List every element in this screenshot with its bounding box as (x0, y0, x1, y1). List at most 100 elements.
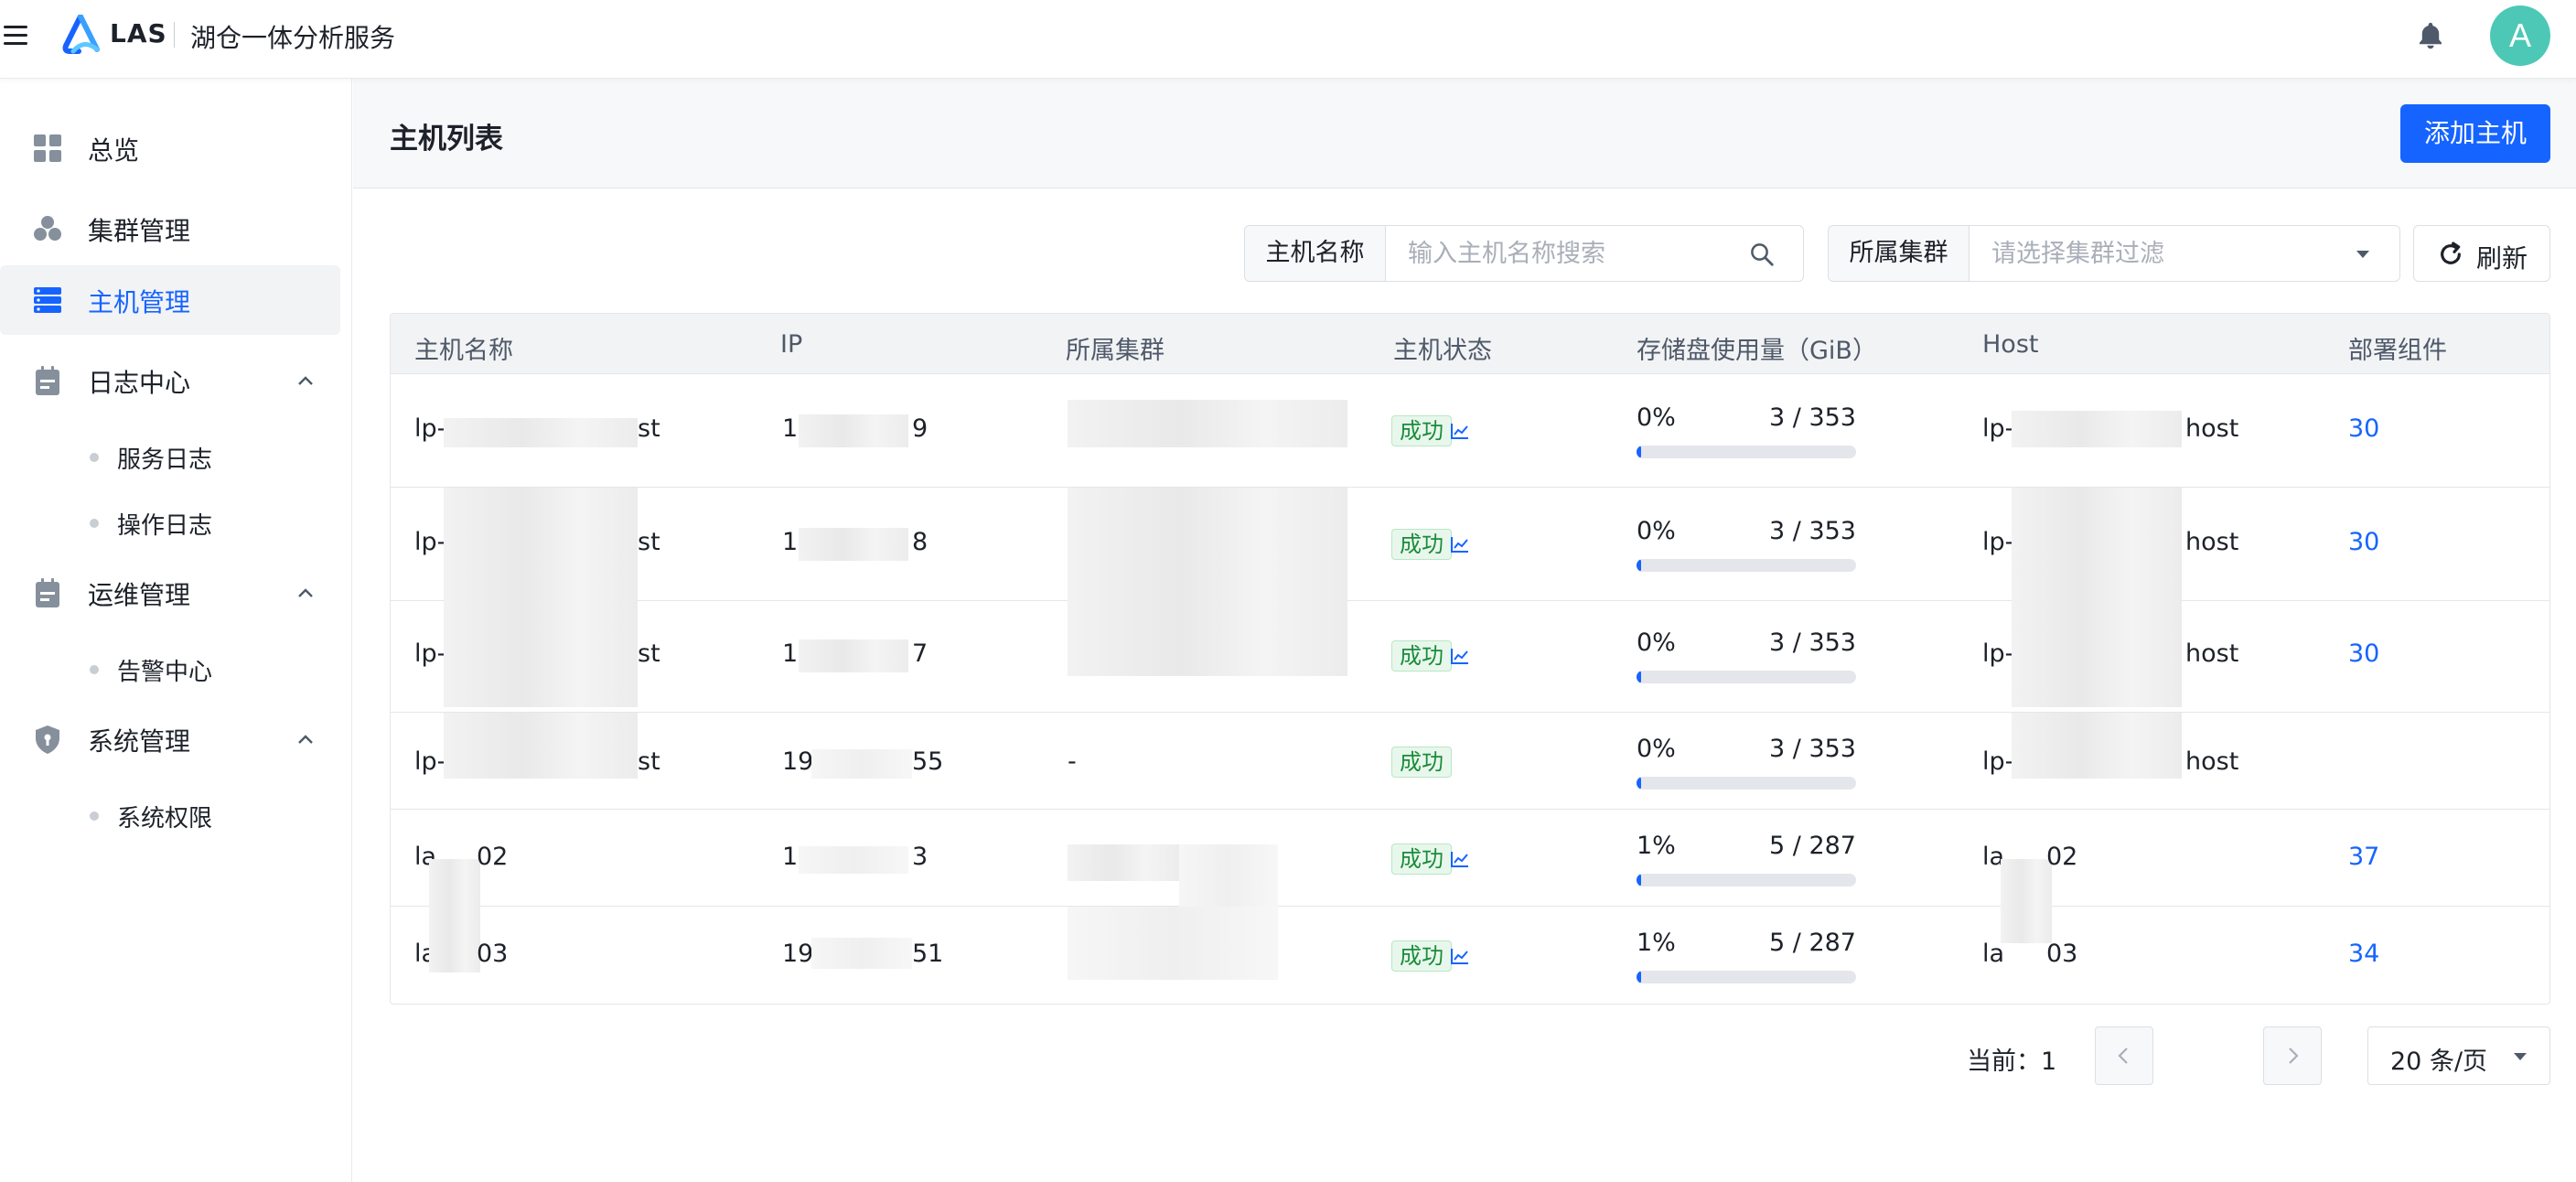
prev-page-button[interactable] (2095, 1026, 2153, 1085)
sidebar-item-label: 日志中心 (88, 368, 191, 398)
chevron-right-icon (2289, 1048, 2299, 1064)
status-badge: 成功 (1391, 415, 1452, 446)
table-row[interactable]: la 03 19 51 成功 1% 5 / 287 la 03 34 (391, 907, 2549, 1004)
components-count-link[interactable]: 30 (2348, 639, 2379, 668)
redacted-block (444, 418, 638, 447)
ip-prefix: 19 (782, 940, 814, 968)
components-count-link[interactable]: 34 (2348, 940, 2379, 968)
host-prefix: lp- (1982, 414, 2014, 443)
next-page-button[interactable] (2263, 1026, 2322, 1085)
sidebar-item-label: 集群管理 (88, 216, 191, 246)
redacted-block (811, 938, 912, 969)
column-header[interactable]: IP (780, 330, 802, 359)
usage-progress-fill (1637, 777, 1641, 790)
trend-chart-icon[interactable] (1450, 421, 1470, 441)
usage-progress-bar (1637, 971, 1856, 983)
redacted-block (2012, 601, 2182, 707)
usage-percent: 1% (1637, 929, 1676, 957)
sidebar-subitem-service-log[interactable]: 服务日志 (0, 428, 340, 483)
chevron-up-icon (298, 376, 313, 385)
usage-ratio: 5 / 287 (1769, 929, 1856, 957)
ip-prefix: 1 (782, 414, 799, 443)
redacted-block (2001, 907, 2052, 943)
usage-percent: 0% (1637, 403, 1676, 432)
page-size-select[interactable]: 20 条/页 (2367, 1026, 2550, 1085)
sidebar-subitem-operation-log[interactable]: 操作日志 (0, 494, 340, 549)
clipboard-icon (36, 578, 59, 607)
sidebar-subitem-alert-center[interactable]: 告警中心 (0, 640, 340, 695)
bell-icon[interactable] (2415, 20, 2446, 51)
host-prefix: lp- (1982, 528, 2014, 556)
host-suffix: host (2185, 747, 2239, 776)
menu-icon[interactable] (2, 22, 29, 49)
sidebar-item-log-center[interactable]: 日志中心 (0, 346, 340, 415)
clipboard-icon (36, 366, 59, 395)
usage-ratio: 3 / 353 (1769, 403, 1856, 432)
ip-prefix: 1 (782, 843, 799, 871)
redacted-block (1068, 601, 1347, 676)
dashboard-icon (34, 134, 61, 162)
column-header[interactable]: 所属集群 (1066, 330, 1165, 366)
caret-down-icon[interactable] (2354, 246, 2372, 263)
status-badge: 成功 (1391, 844, 1452, 875)
ip-prefix: 1 (782, 528, 799, 556)
sidebar-item-overview[interactable]: 总览 (0, 113, 340, 183)
trend-chart-icon[interactable] (1450, 646, 1470, 666)
column-header[interactable]: Host (1982, 330, 2038, 359)
table-row[interactable]: lp- st 1 9 成功 0% 3 / 353 lp- host 30 (391, 374, 2549, 488)
components-count-link[interactable]: 30 (2348, 414, 2379, 443)
redacted-block (1068, 907, 1278, 980)
cluster-icon (34, 216, 61, 241)
trend-chart-icon[interactable] (1450, 849, 1470, 869)
shield-icon (36, 725, 59, 754)
sidebar-item-host[interactable]: 主机管理 (0, 265, 340, 335)
search-icon[interactable] (1748, 241, 1776, 268)
cluster-filter-label: 所属集群 (1829, 226, 1970, 281)
column-header[interactable]: 存储盘使用量（GiB） (1637, 330, 1877, 366)
sidebar-subitem-system-permission[interactable]: 系统权限 (0, 787, 340, 842)
table-row[interactable]: la 02 1 3 成功 1% 5 / 287 la 02 37 (391, 810, 2549, 907)
page-size-value: 20 条/页 (2390, 1048, 2488, 1076)
usage-progress-fill (1637, 671, 1641, 683)
status-badge: 成功 (1391, 640, 1452, 672)
host-name-search-input[interactable] (1386, 226, 1752, 281)
page-header: 主机列表 添加主机 (353, 79, 2576, 188)
trend-chart-icon[interactable] (1450, 534, 1470, 554)
brand-name: LAS (110, 18, 167, 48)
table-row[interactable]: lp- st 1 7 成功 0% 3 / 353 lp- host 30 (391, 601, 2549, 713)
trend-chart-icon[interactable] (1450, 946, 1470, 966)
column-header[interactable]: 部署组件 (2348, 330, 2447, 366)
las-logo-icon (62, 15, 100, 54)
ip-suffix: 51 (912, 940, 944, 968)
sidebar: 总览 集群管理 主机管理 日志中心 服务日志 操作日志 运维管理 告警中心 系统… (0, 79, 352, 1182)
column-header[interactable]: 主机状态 (1393, 330, 1492, 366)
column-header[interactable]: 主机名称 (414, 330, 513, 366)
refresh-icon (2441, 242, 2461, 264)
cluster-select[interactable] (1970, 226, 2354, 281)
table-header: 主机名称 IP 所属集群 主机状态 存储盘使用量（GiB） Host 部署组件 (391, 314, 2549, 374)
top-header: LAS 湖仓一体分析服务 A (0, 0, 2576, 79)
components-count-link[interactable]: 37 (2348, 843, 2379, 871)
table-row[interactable]: lp- st 19 55 - 成功 0% 3 / 353 lp- host (391, 713, 2549, 810)
host-suffix: host (2185, 414, 2239, 443)
usage-progress-fill (1637, 559, 1641, 572)
host-name-prefix: lp- (414, 414, 446, 443)
refresh-button[interactable]: 刷新 (2413, 225, 2550, 282)
sidebar-item-ops[interactable]: 运维管理 (0, 558, 340, 628)
host-name-filter-label: 主机名称 (1245, 226, 1386, 281)
usage-percent: 0% (1637, 629, 1676, 657)
user-avatar[interactable]: A (2490, 5, 2550, 66)
host-suffix: 03 (2046, 940, 2078, 968)
sidebar-item-system[interactable]: 系统管理 (0, 704, 340, 774)
redacted-block (444, 488, 638, 601)
usage-progress-bar (1637, 671, 1856, 683)
usage-progress-bar (1637, 777, 1856, 790)
host-table: 主机名称 IP 所属集群 主机状态 存储盘使用量（GiB） Host 部署组件 … (390, 313, 2550, 1005)
components-count-link[interactable]: 30 (2348, 528, 2379, 556)
current-page-number: 1 (2041, 1048, 2057, 1076)
table-row[interactable]: lp- st 1 8 成功 0% 3 / 353 lp- host 30 (391, 488, 2549, 601)
sidebar-subitem-label: 系统权限 (117, 805, 213, 833)
add-host-button[interactable]: 添加主机 (2400, 104, 2550, 163)
sidebar-item-cluster[interactable]: 集群管理 (0, 194, 340, 263)
page-title: 主机列表 (390, 123, 503, 156)
